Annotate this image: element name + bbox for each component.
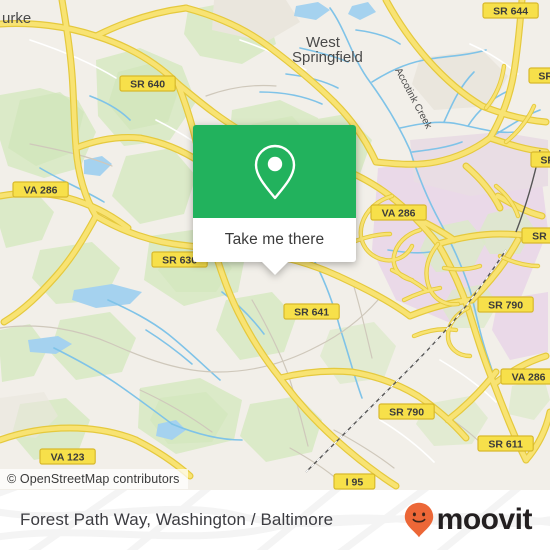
footer-bar: Forest Path Way, Washington / Baltimore … [0, 490, 550, 550]
road-shield-label: SR 636 [162, 255, 197, 267]
moovit-pin-smiley-icon [404, 502, 434, 538]
road-shield-label: I 95 [346, 477, 364, 489]
road-shield: SR 640 [119, 75, 176, 92]
map-place-label: Springfield [292, 49, 363, 66]
popup-action-row[interactable]: Take me there [193, 218, 356, 262]
map-screenshot: .grn { fill:#cfe5b8; } .grn2 { fill:#dbe… [0, 0, 550, 550]
location-popup-card[interactable]: Take me there [193, 125, 356, 275]
road-shield-label: VA 286 [382, 208, 416, 220]
road-shield: SR 61 [530, 151, 550, 168]
road-shield-label: SR 61 [540, 155, 550, 167]
road-shield: VA 286 [370, 204, 427, 221]
road-shield: SR 641 [283, 303, 340, 320]
take-me-there-label: Take me there [224, 231, 325, 248]
road-shield: SR 790 [378, 403, 435, 420]
moovit-logo[interactable]: moovit [404, 502, 533, 538]
location-title: Forest Path Way, Washington / Baltimore [20, 510, 334, 529]
map-canvas[interactable]: .grn { fill:#cfe5b8; } .grn2 { fill:#dbe… [0, 0, 550, 490]
road-shield-label: SR 611 [488, 439, 523, 451]
road-shield: SR 61 [528, 67, 550, 84]
popup-header [193, 125, 356, 218]
road-shield-label: SR 640 [130, 79, 165, 91]
road-shield: SR 790 [477, 296, 534, 313]
road-shield: VA 286 [12, 181, 69, 198]
map-place-label: urke [2, 10, 31, 27]
road-shield: SR 644 [482, 2, 539, 19]
road-shield-label: VA 286 [24, 185, 58, 197]
road-shield: SR 789 [521, 227, 550, 244]
moovit-wordmark: moovit [436, 503, 533, 536]
road-shield-label: SR 61 [538, 71, 550, 83]
road-shield: I 95 [333, 473, 376, 490]
road-shield-label: SR 790 [488, 300, 523, 312]
road-shield-label: SR 790 [389, 407, 424, 419]
road-shield-label: VA 286 [512, 372, 546, 384]
map-pin-icon [252, 143, 298, 201]
road-shield-label: VA 123 [51, 452, 85, 464]
road-shield-label: SR 789 [532, 231, 550, 243]
road-shield: VA 123 [39, 448, 96, 465]
popup-pointer-tail [261, 262, 288, 275]
road-shield-label: SR 644 [493, 6, 528, 18]
road-shield-label: SR 641 [294, 307, 329, 319]
road-shield: SR 611 [477, 435, 534, 452]
road-shield: VA 286 [500, 368, 550, 385]
osm-attribution[interactable]: © OpenStreetMap contributors [0, 469, 188, 489]
